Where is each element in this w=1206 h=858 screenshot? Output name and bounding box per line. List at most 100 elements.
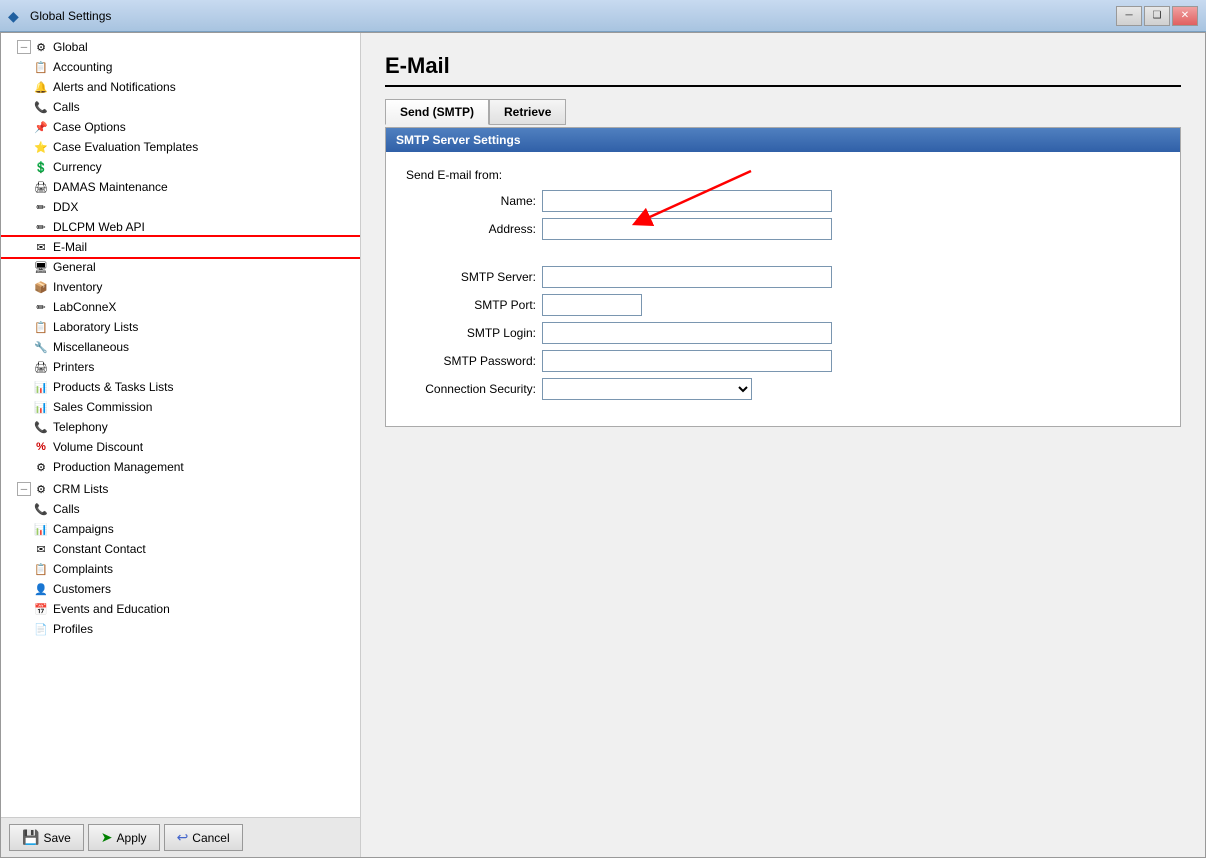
apply-button[interactable]: ➤ Apply bbox=[88, 824, 160, 851]
right-panel: E-Mail Send (SMTP) Retrieve SMTP Server … bbox=[361, 33, 1205, 857]
lab-lists-label: Laboratory Lists bbox=[53, 320, 138, 334]
apply-icon: ➤ bbox=[101, 829, 113, 846]
accounting-label: Accounting bbox=[53, 60, 112, 74]
tree-item-ddx[interactable]: ✏ DDX bbox=[1, 197, 360, 217]
smtp-login-input[interactable] bbox=[542, 322, 832, 344]
calls-label: Calls bbox=[53, 100, 80, 114]
address-input[interactable] bbox=[542, 218, 832, 240]
tree-item-currency[interactable]: 💲 Currency bbox=[1, 157, 360, 177]
crm-calls-icon: 📞 bbox=[33, 501, 49, 517]
products-tasks-label: Products & Tasks Lists bbox=[53, 380, 174, 394]
tree-item-email[interactable]: ✉ E-Mail bbox=[1, 237, 360, 257]
tree-item-inventory[interactable]: 📦 Inventory bbox=[1, 277, 360, 297]
minimize-button[interactable]: ─ bbox=[1116, 6, 1142, 26]
smtp-server-input[interactable] bbox=[542, 266, 832, 288]
damas-label: DAMAS Maintenance bbox=[53, 180, 168, 194]
smtp-port-input[interactable] bbox=[542, 294, 642, 316]
misc-icon: 🔧 bbox=[33, 339, 49, 355]
tree-item-general[interactable]: 🖥 General bbox=[1, 257, 360, 277]
alerts-icon: 🔔 bbox=[33, 79, 49, 95]
alerts-label: Alerts and Notifications bbox=[53, 80, 176, 94]
general-icon: 🖥 bbox=[33, 259, 49, 275]
smtp-password-row: SMTP Password: bbox=[406, 350, 1160, 372]
tree-item-alerts[interactable]: 🔔 Alerts and Notifications bbox=[1, 77, 360, 97]
sales-label: Sales Commission bbox=[53, 400, 152, 414]
case-options-label: Case Options bbox=[53, 120, 126, 134]
tree-item-campaigns[interactable]: 📊 Campaigns bbox=[1, 519, 360, 539]
damas-icon: 🖨 bbox=[33, 179, 49, 195]
tree-item-complaints[interactable]: 📋 Complaints bbox=[1, 559, 360, 579]
case-eval-label: Case Evaluation Templates bbox=[53, 140, 198, 154]
restore-button[interactable]: ❑ bbox=[1144, 6, 1170, 26]
accounting-icon: 📋 bbox=[33, 59, 49, 75]
tree-item-printers[interactable]: 🖨 Printers bbox=[1, 357, 360, 377]
tree-item-dlcpm[interactable]: ✏ DLCPM Web API bbox=[1, 217, 360, 237]
tree-item-accounting[interactable]: 📋 Accounting bbox=[1, 57, 360, 77]
email-label: E-Mail bbox=[53, 240, 87, 254]
crm-collapse-icon[interactable]: ─ bbox=[17, 482, 31, 496]
smtp-port-label: SMTP Port: bbox=[406, 298, 536, 312]
tree-item-misc[interactable]: 🔧 Miscellaneous bbox=[1, 337, 360, 357]
address-field-label: Address: bbox=[406, 222, 536, 236]
tree-item-telephony[interactable]: 📞 Telephony bbox=[1, 417, 360, 437]
page-title: E-Mail bbox=[385, 53, 1181, 87]
tab-send-smtp[interactable]: Send (SMTP) bbox=[385, 99, 489, 125]
tree-item-damas[interactable]: 🖨 DAMAS Maintenance bbox=[1, 177, 360, 197]
name-field-label: Name: bbox=[406, 194, 536, 208]
crm-icon: ⚙ bbox=[33, 481, 49, 497]
smtp-server-label: SMTP Server: bbox=[406, 270, 536, 284]
tree-area[interactable]: ─ ⚙ Global 📋 Accounting 🔔 Alerts and Not… bbox=[1, 33, 360, 817]
window-title: Global Settings bbox=[30, 9, 1116, 23]
tree-item-products-tasks[interactable]: 📊 Products & Tasks Lists bbox=[1, 377, 360, 397]
tree-item-lab-lists[interactable]: 📋 Laboratory Lists bbox=[1, 317, 360, 337]
tab-retrieve[interactable]: Retrieve bbox=[489, 99, 566, 125]
smtp-password-input[interactable] bbox=[542, 350, 832, 372]
tree-item-labconnex[interactable]: ✏ LabConneX bbox=[1, 297, 360, 317]
tree-item-case-options[interactable]: 📌 Case Options bbox=[1, 117, 360, 137]
collapse-icon[interactable]: ─ bbox=[17, 40, 31, 54]
tree-item-global[interactable]: ─ ⚙ Global bbox=[1, 37, 360, 57]
tree-item-volume-discount[interactable]: % Volume Discount bbox=[1, 437, 360, 457]
tree-item-crm-calls[interactable]: 📞 Calls bbox=[1, 499, 360, 519]
tree-item-customers[interactable]: 👤 Customers bbox=[1, 579, 360, 599]
title-bar: ◆ Global Settings ─ ❑ ✕ bbox=[0, 0, 1206, 32]
tree-item-sales-commission[interactable]: 📊 Sales Commission bbox=[1, 397, 360, 417]
tree-item-crm[interactable]: ─ ⚙ CRM Lists bbox=[1, 479, 360, 499]
name-input[interactable] bbox=[542, 190, 832, 212]
tree-item-production-mgmt[interactable]: ⚙ Production Management bbox=[1, 457, 360, 477]
global-icon: ⚙ bbox=[33, 39, 49, 55]
main-window: ─ ⚙ Global 📋 Accounting 🔔 Alerts and Not… bbox=[0, 32, 1206, 858]
connection-security-label: Connection Security: bbox=[406, 382, 536, 396]
campaigns-icon: 📊 bbox=[33, 521, 49, 537]
sales-icon: 📊 bbox=[33, 399, 49, 415]
misc-label: Miscellaneous bbox=[53, 340, 129, 354]
smtp-header: SMTP Server Settings bbox=[386, 128, 1180, 152]
printers-label: Printers bbox=[53, 360, 94, 374]
customers-label: Customers bbox=[53, 582, 111, 596]
tree-item-constant-contact[interactable]: ✉ Constant Contact bbox=[1, 539, 360, 559]
lab-lists-icon: 📋 bbox=[33, 319, 49, 335]
tree-item-calls[interactable]: 📞 Calls bbox=[1, 97, 360, 117]
cancel-label: Cancel bbox=[192, 831, 229, 845]
labconnex-label: LabConneX bbox=[53, 300, 116, 314]
close-button[interactable]: ✕ bbox=[1172, 6, 1198, 26]
complaints-icon: 📋 bbox=[33, 561, 49, 577]
tree-item-profiles[interactable]: 📄 Profiles bbox=[1, 619, 360, 639]
smtp-login-label: SMTP Login: bbox=[406, 326, 536, 340]
currency-label: Currency bbox=[53, 160, 102, 174]
telephony-label: Telephony bbox=[53, 420, 108, 434]
save-label: Save bbox=[43, 831, 70, 845]
address-row: Address: bbox=[406, 218, 1160, 240]
inventory-icon: 📦 bbox=[33, 279, 49, 295]
tree-item-case-eval[interactable]: ⭐ Case Evaluation Templates bbox=[1, 137, 360, 157]
crm-label: CRM Lists bbox=[53, 482, 108, 496]
smtp-port-row: SMTP Port: bbox=[406, 294, 1160, 316]
tree-item-events[interactable]: 📅 Events and Education bbox=[1, 599, 360, 619]
cancel-button[interactable]: ↩ Cancel bbox=[164, 824, 243, 851]
connection-security-select[interactable]: None SSL/TLS STARTTLS bbox=[542, 378, 752, 400]
constant-contact-icon: ✉ bbox=[33, 541, 49, 557]
save-button[interactable]: 💾 Save bbox=[9, 824, 84, 851]
email-icon: ✉ bbox=[33, 239, 49, 255]
bottom-buttons: 💾 Save ➤ Apply ↩ Cancel bbox=[1, 817, 360, 857]
printers-icon: 🖨 bbox=[33, 359, 49, 375]
